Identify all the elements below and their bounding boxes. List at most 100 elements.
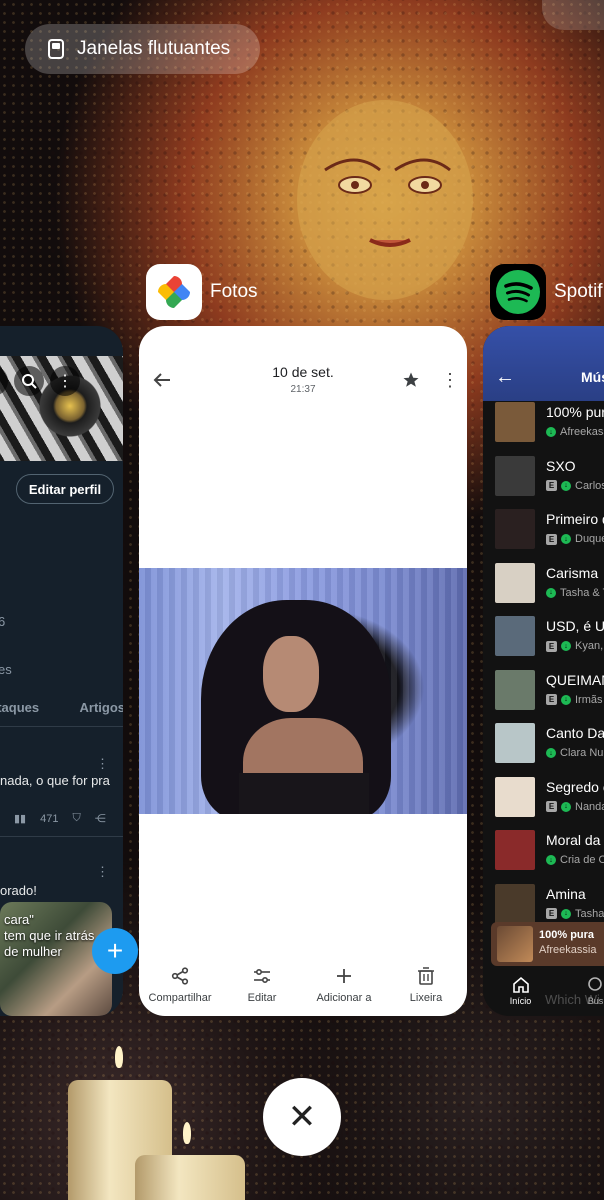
photo-image[interactable] [139,568,467,814]
explicit-icon: E [546,480,557,491]
tab-artigos[interactable]: Artigos [80,700,124,715]
track-art [495,776,535,817]
share-button[interactable]: Compartilhar [140,966,220,1004]
floating-windows-label: Janelas flutuantes [77,38,231,59]
explicit-icon: E [546,640,557,652]
tab-destaques[interactable]: staques [0,700,39,715]
track-artist: Tasha & T [560,586,604,599]
track-meta: E ↓ Carlos [546,480,604,492]
more-vertical-icon[interactable]: ⋮ [441,370,459,391]
post-stats: ▮▮ 471 ⛉ ⋲ [14,812,106,825]
nav-search[interactable]: Bus [558,968,604,1016]
track-artist: Carlos [575,479,604,492]
recent-app-card-x[interactable]: ⌀ ⋮ Editar perfil 6 es staques Artigos ⋮… [0,326,123,1016]
track-title: QUEIMAN [546,671,604,688]
bottom-nav: Início Bus [483,968,604,1016]
bookmark-icon[interactable]: ⛉ [72,812,80,825]
track-artist: Duque [575,533,604,545]
downloaded-icon: ↓ [546,748,556,758]
share-icon[interactable]: ⋲ [95,812,106,825]
app-name: Fotos [210,281,258,302]
track-row[interactable]: USD, é US E ↓ Kyan, [495,616,604,660]
track-title: Moral da l [546,832,604,848]
track-row[interactable]: Primeiro d E ↓ Duque [495,509,604,553]
home-icon [512,976,529,993]
share-label: Compartilhar [148,992,212,1004]
post-menu-icon[interactable]: ⋮ [96,756,109,772]
recent-app-card-fotos[interactable]: 10 de set. 21:37 ⋮ Compartilhar Editar A… [139,326,467,1016]
floating-windows-button[interactable]: Janelas flutuantes [25,24,260,74]
nav-home-label: Início [509,996,532,1006]
edit-profile-button[interactable]: Editar perfil [16,474,114,504]
track-art [495,883,535,924]
nav-home[interactable]: Início [483,968,558,1016]
track-meta: E ↓ Kyan, [546,640,603,652]
track-artist: Cria de O [560,854,604,866]
more-vertical-icon[interactable]: ⋮ [50,366,80,396]
downloaded-icon: ↓ [561,694,571,705]
trash-button[interactable]: Lixeira [386,966,466,1004]
explicit-icon: E [546,801,557,812]
track-row[interactable]: 100% pura ↓ Afreekassi [495,402,604,446]
photo-subject-face [263,636,319,712]
track-row[interactable]: Carisma ↓ Tasha & T [495,562,604,607]
spotify-icon [490,264,546,320]
divider [0,836,123,837]
top-right-button[interactable] [542,0,604,30]
track-artist: Irmãs [575,693,603,706]
track-row[interactable]: Amina E ↓ Tasha [495,883,604,928]
wallpaper-candle [135,1155,245,1200]
track-artist: Tasha [575,907,604,920]
track-title: Amina [546,885,586,902]
track-row[interactable]: QUEIMAN E ↓ Irmãs [495,669,604,714]
track-art [495,509,535,549]
track-meta: ↓ Clara Nun [546,747,604,759]
downloaded-icon: ↓ [561,801,571,812]
track-art [495,402,535,442]
track-title: Segredo e [546,778,604,795]
wallpaper-flame [115,1046,123,1068]
app-label-spotify[interactable]: Spotif [490,264,603,320]
edit-label: Editar [247,992,277,1004]
track-art [495,669,535,710]
track-meta: ↓ Cria de O [546,854,604,866]
search-icon[interactable] [14,366,44,396]
wallpaper-sun-face [297,100,473,300]
track-artist: Afreekassi [560,426,604,438]
track-title: Primeiro d [546,511,604,527]
followers-count: 6 [0,614,6,629]
downloaded-icon: ↓ [561,908,571,919]
downloaded-icon: ↓ [561,480,571,491]
floating-window-icon [48,39,64,59]
track-artist: Nanda [575,800,604,813]
track-art [495,723,535,763]
track-art [495,455,535,496]
add-to-button[interactable]: Adicionar a [304,966,384,1004]
back-arrow-icon[interactable]: ← [495,366,515,389]
post-text: orado! [0,883,37,898]
downloaded-icon: ↓ [546,855,556,865]
track-row[interactable]: Segredo e E ↓ Nanda [495,776,604,821]
mini-player-artist: Afreekassia [539,944,597,956]
track-row[interactable]: SXO E ↓ Carlos [495,455,604,500]
post-menu-icon[interactable]: ⋮ [96,864,109,880]
edit-button[interactable]: Editar [222,966,302,1004]
media-caption-line: cara" [4,912,34,927]
wallpaper-flame [183,1122,191,1144]
close-all-button[interactable]: ✕ [263,1078,341,1156]
app-label-fotos[interactable]: Fotos [146,264,258,320]
followers-label: es [0,662,12,677]
recent-app-card-spotify[interactable]: ← Mús 100% pura ↓ Afreekassi SXO E ↓ Carlos Pri… [483,326,604,1016]
track-art [495,562,535,603]
star-icon[interactable] [402,371,420,389]
track-title: USD, é US [546,618,604,634]
track-artist: Kyan, [575,640,604,652]
track-meta: E ↓ Tasha [546,908,604,920]
track-meta: ↓ Tasha & T [546,587,604,599]
track-row[interactable]: Moral da l ↓ Cria de O [495,830,604,874]
downloaded-icon: ↓ [546,587,556,598]
track-row[interactable]: Canto Das ↓ Clara Nun [495,723,604,767]
mini-player-art [497,926,533,962]
compose-button[interactable]: + [92,928,138,974]
mini-player[interactable]: 100% pura Afreekassia [491,922,604,966]
